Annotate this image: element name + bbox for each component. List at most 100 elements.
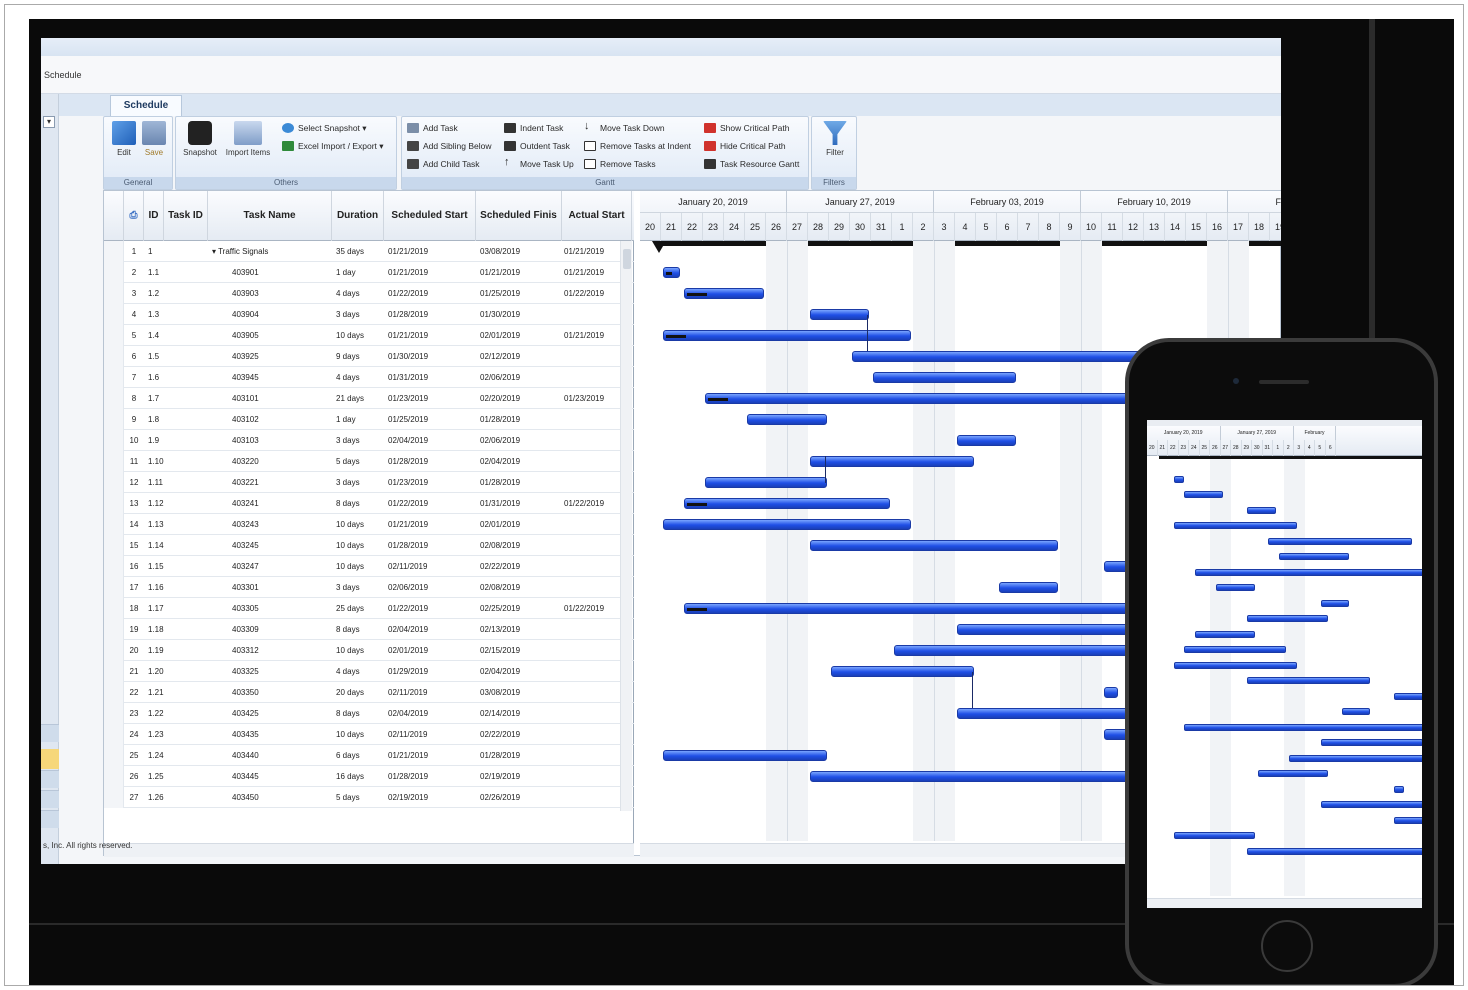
col-scheduled-start[interactable]: Scheduled Start — [384, 191, 476, 241]
phone-task-bar[interactable] — [1394, 816, 1422, 824]
phone-summary-bar[interactable] — [1159, 456, 1422, 459]
row-selector[interactable] — [104, 703, 124, 724]
col-actual-start[interactable]: Actual Start — [562, 191, 632, 241]
task-bar[interactable] — [873, 372, 1016, 383]
move-task-down-button[interactable]: ↓ Move Task Down — [584, 121, 665, 135]
phone-task-bar[interactable] — [1173, 522, 1297, 529]
phone-task-bar[interactable] — [1268, 537, 1412, 545]
table-row[interactable]: 19 1.18 403309 8 days 02/04/2019 02/13/2019 — [104, 619, 634, 640]
filter-button[interactable]: Filter — [817, 121, 853, 157]
task-bar[interactable] — [663, 750, 827, 761]
row-selector[interactable] — [104, 724, 124, 745]
task-bar[interactable] — [810, 309, 869, 320]
table-row[interactable]: 20 1.19 403312 10 days 02/01/2019 02/15/2019 — [104, 640, 634, 661]
table-row[interactable]: 27 1.26 403450 5 days 02/19/2019 02/26/2019 — [104, 787, 634, 808]
phone-task-bar[interactable] — [1289, 754, 1422, 762]
table-row[interactable]: 25 1.24 403440 6 days 01/21/2019 01/28/2019 — [104, 745, 634, 766]
task-bar[interactable] — [810, 456, 974, 467]
task-bar[interactable] — [957, 435, 1016, 446]
col-id[interactable]: ID — [144, 191, 164, 241]
col-duration[interactable]: Duration — [332, 191, 384, 241]
scroll-thumb[interactable] — [623, 249, 631, 269]
row-selector[interactable] — [104, 745, 124, 766]
table-row[interactable]: 7 1.6 403945 4 days 01/31/2019 02/06/2019 — [104, 367, 634, 388]
table-row[interactable]: 22 1.21 403350 20 days 02/11/2019 03/08/2019 — [104, 682, 634, 703]
phone-task-bar[interactable] — [1320, 801, 1422, 808]
row-selector[interactable] — [104, 325, 124, 346]
table-row[interactable]: 16 1.15 403247 10 days 02/11/2019 02/22/2019 — [104, 556, 634, 577]
col-task-id[interactable]: Task ID — [164, 191, 208, 241]
phone-task-bar[interactable] — [1320, 599, 1349, 607]
task-bar[interactable] — [663, 330, 911, 341]
grid-vertical-scrollbar[interactable] — [620, 241, 632, 811]
phone-task-bar[interactable] — [1184, 723, 1422, 731]
tab-schedule[interactable]: Schedule — [110, 95, 182, 116]
phone-task-bar[interactable] — [1394, 785, 1404, 793]
table-row[interactable]: 9 1.8 403102 1 day 01/25/2019 01/28/2019 — [104, 409, 634, 430]
table-row[interactable]: 11 1.10 403220 5 days 01/28/2019 02/04/2019 — [104, 451, 634, 472]
row-selector[interactable] — [104, 304, 124, 325]
excel-import-export-button[interactable]: Excel Import / Export ▾ — [282, 139, 384, 153]
phone-task-bar[interactable] — [1257, 770, 1328, 777]
phone-task-bar[interactable] — [1247, 847, 1422, 855]
phone-task-bar[interactable] — [1247, 677, 1370, 684]
row-selector[interactable] — [104, 241, 124, 262]
add-task-button[interactable]: Add Task — [407, 121, 458, 135]
move-task-up-button[interactable]: ↑ Move Task Up — [504, 157, 574, 171]
task-bar[interactable] — [663, 519, 911, 530]
row-selector[interactable] — [104, 766, 124, 787]
remove-tasks-button[interactable]: Remove Tasks — [584, 157, 656, 171]
phone-task-bar[interactable] — [1394, 692, 1422, 700]
add-child-button[interactable]: Add Child Task — [407, 157, 480, 171]
phone-task-bar[interactable] — [1173, 475, 1184, 483]
row-selector[interactable] — [104, 598, 124, 619]
task-bar[interactable] — [810, 540, 1058, 551]
task-bar[interactable] — [999, 582, 1058, 593]
task-bar[interactable] — [663, 267, 680, 278]
table-row[interactable]: 1 1 ▾ Traffic Signals 35 days 01/21/2019 03/0… — [104, 241, 634, 262]
row-selector[interactable] — [104, 430, 124, 451]
row-selector[interactable] — [104, 493, 124, 514]
row-selector[interactable] — [104, 451, 124, 472]
row-selector[interactable] — [104, 388, 124, 409]
table-row[interactable]: 23 1.22 403425 8 days 02/04/2019 02/14/2019 — [104, 703, 634, 724]
row-selector[interactable] — [104, 262, 124, 283]
left-strip-selected[interactable] — [41, 749, 59, 769]
phone-task-bar[interactable] — [1341, 708, 1370, 715]
table-row[interactable]: 8 1.7 403101 21 days 01/23/2019 02/20/2019 01/… — [104, 388, 634, 409]
task-bar[interactable] — [747, 414, 827, 425]
table-row[interactable]: 21 1.20 403325 4 days 01/29/2019 02/04/2019 — [104, 661, 634, 682]
phone-task-bar[interactable] — [1184, 646, 1286, 653]
phone-task-bar[interactable] — [1247, 506, 1276, 514]
table-row[interactable]: 14 1.13 403243 10 days 01/21/2019 02/01/2019 — [104, 514, 634, 535]
table-row[interactable]: 18 1.17 403305 25 days 01/22/2019 02/25/2019 0… — [104, 598, 634, 619]
row-selector[interactable] — [104, 640, 124, 661]
indent-task-button[interactable]: Indent Task — [504, 121, 563, 135]
row-selector[interactable] — [104, 409, 124, 430]
row-selector[interactable] — [104, 367, 124, 388]
phone-task-bar[interactable] — [1247, 615, 1328, 622]
row-selector[interactable] — [104, 472, 124, 493]
table-row[interactable]: 6 1.5 403925 9 days 01/30/2019 02/12/2019 — [104, 346, 634, 367]
table-row[interactable]: 13 1.12 403241 8 days 01/22/2019 01/31/2019 01… — [104, 493, 634, 514]
row-selector[interactable] — [104, 682, 124, 703]
row-selector[interactable] — [104, 535, 124, 556]
collapse-toggle[interactable]: ▾ — [43, 116, 55, 128]
phone-task-bar[interactable] — [1173, 832, 1255, 839]
table-row[interactable]: 12 1.11 403221 3 days 01/23/2019 01/28/2019 — [104, 472, 634, 493]
add-sibling-button[interactable]: Add Sibling Below — [407, 139, 492, 153]
row-selector[interactable] — [104, 661, 124, 682]
table-row[interactable]: 2 1.1 403901 1 day 01/21/2019 01/21/2019 01/21… — [104, 262, 634, 283]
table-row[interactable]: 24 1.23 403435 10 days 02/11/2019 02/22/2019 — [104, 724, 634, 745]
table-row[interactable]: 3 1.2 403903 4 days 01/22/2019 01/25/2019 01/2… — [104, 283, 634, 304]
table-row[interactable]: 26 1.25 403445 16 days 01/28/2019 02/19/2019 — [104, 766, 634, 787]
task-bar[interactable] — [705, 477, 827, 488]
snapshot-button[interactable]: Snapshot — [180, 121, 220, 157]
row-selector[interactable] — [104, 787, 124, 808]
task-bar[interactable] — [684, 498, 890, 509]
table-row[interactable]: 15 1.14 403245 10 days 01/28/2019 02/08/2019 — [104, 535, 634, 556]
row-selector[interactable] — [104, 619, 124, 640]
task-resource-gantt-button[interactable]: Task Resource Gantt — [704, 157, 799, 171]
phone-task-bar[interactable] — [1184, 491, 1223, 498]
import-items-button[interactable]: Import Items — [222, 121, 274, 157]
